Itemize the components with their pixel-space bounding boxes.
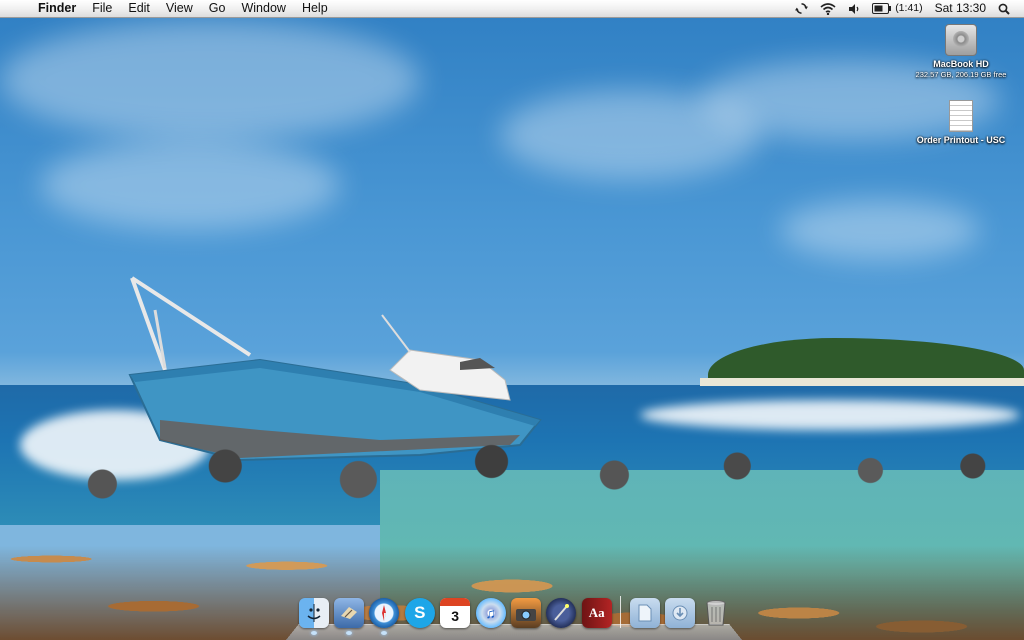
menu-file[interactable]: File <box>84 0 120 17</box>
spotlight-search-icon[interactable] <box>992 3 1016 15</box>
document-icon <box>949 100 973 132</box>
battery-status[interactable]: (1:41) <box>866 0 928 17</box>
dock-dictionary-icon[interactable]: Aa <box>581 598 612 628</box>
desktop-icon-macbook-hd[interactable]: MacBook HD 232.57 GB, 206.19 GB free <box>906 24 1016 79</box>
menu-edit[interactable]: Edit <box>120 0 158 17</box>
dock-itunes-icon[interactable]: ♫ <box>475 598 506 628</box>
dock-iphoto-icon[interactable] <box>510 598 541 628</box>
wifi-icon[interactable] <box>814 2 842 15</box>
battery-time-text: (1:41) <box>895 2 923 14</box>
desktop-icon-order-printout[interactable]: Order Printout - USC <box>906 100 1016 145</box>
dock-documents-stack-icon[interactable] <box>630 598 661 628</box>
desktop-icon-detail: 232.57 GB, 206.19 GB free <box>915 70 1007 79</box>
menu-clock[interactable]: Sat 13:30 <box>929 0 992 17</box>
dock-finder-icon[interactable] <box>298 598 329 635</box>
dock-aperture-icon[interactable] <box>546 598 577 628</box>
menu-bar: Finder File Edit View Go Window Help (1:… <box>0 0 1024 18</box>
dock-ical-icon[interactable]: 3 <box>440 598 471 628</box>
menu-view[interactable]: View <box>158 0 201 17</box>
desktop-icon-label: MacBook HD <box>933 59 989 69</box>
dock-skype-icon[interactable]: S <box>404 598 435 628</box>
menu-app-finder[interactable]: Finder <box>34 0 84 17</box>
desktop-icon-label: Order Printout - USC <box>916 135 1006 145</box>
dock-trash-icon[interactable] <box>701 598 731 628</box>
dock-separator <box>620 596 622 628</box>
time-machine-sync-icon[interactable] <box>789 2 814 15</box>
dock-downloads-stack-icon[interactable] <box>665 598 696 628</box>
dock: S 3 ♫ Aa <box>286 592 742 640</box>
dock-mail-icon[interactable] <box>334 598 365 635</box>
battery-icon <box>872 3 892 14</box>
menu-go[interactable]: Go <box>201 0 234 17</box>
hard-drive-icon <box>945 24 977 56</box>
dock-safari-icon[interactable] <box>369 598 400 635</box>
menu-window[interactable]: Window <box>233 0 293 17</box>
desktop: Finder File Edit View Go Window Help (1:… <box>0 0 1024 640</box>
ical-day-text: 3 <box>451 608 460 624</box>
volume-icon[interactable] <box>842 3 866 15</box>
menu-help[interactable]: Help <box>294 0 336 17</box>
